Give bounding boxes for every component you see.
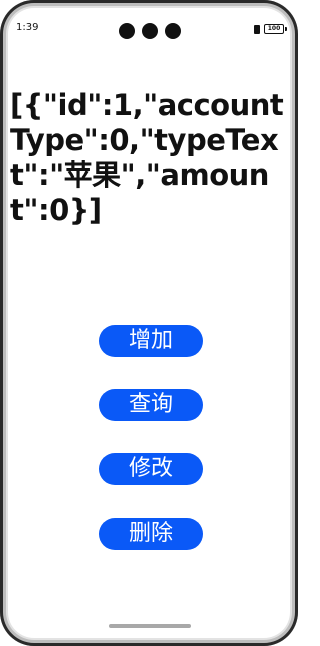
camera-dot-icon: [119, 23, 135, 39]
camera-dot-icon: [142, 23, 158, 39]
camera-cluster: [119, 23, 181, 41]
phone-frame: 1:39 100 [{"id":1,"accountType":0,"typeT…: [0, 0, 298, 646]
status-bar: 1:39 100: [0, 0, 298, 40]
home-indicator[interactable]: [109, 624, 191, 628]
json-output-text: [{"id":1,"accountType":0,"typeText":"苹果"…: [10, 88, 284, 227]
add-button[interactable]: 增加: [99, 325, 203, 357]
battery-icon: 100: [264, 24, 287, 34]
query-button[interactable]: 查询: [99, 389, 203, 421]
sim-card-icon: [254, 24, 260, 34]
camera-dot-icon: [165, 23, 181, 39]
status-right: 100: [254, 24, 287, 34]
modify-button[interactable]: 修改: [99, 453, 203, 485]
delete-button[interactable]: 删除: [99, 518, 203, 550]
status-time: 1:39: [16, 22, 39, 33]
